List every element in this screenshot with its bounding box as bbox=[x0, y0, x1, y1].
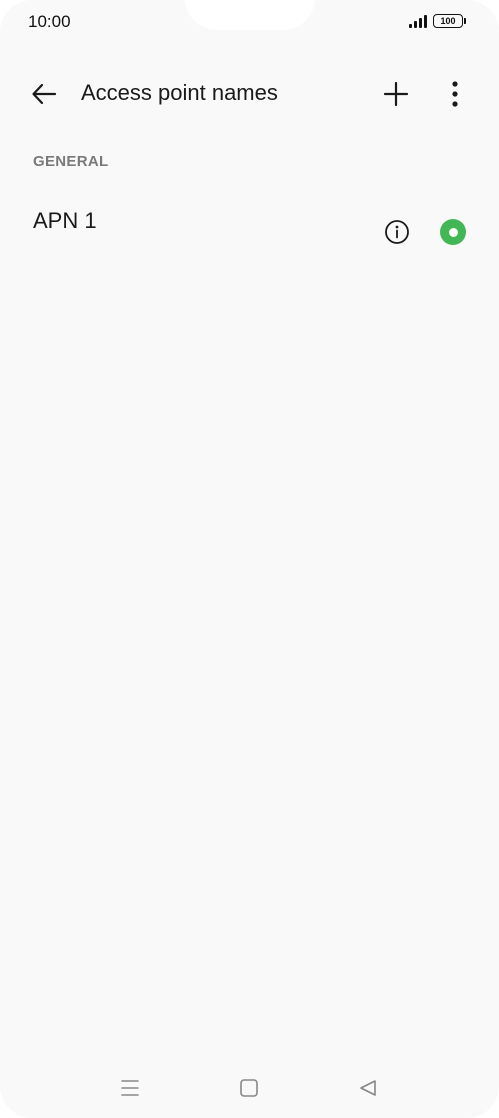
apn-name: APN 1 bbox=[33, 208, 97, 233]
apn-radio-button[interactable] bbox=[440, 219, 466, 245]
apn-info-button[interactable] bbox=[383, 218, 411, 246]
square-icon bbox=[240, 1079, 258, 1097]
radio-selected-dot bbox=[448, 227, 458, 237]
nav-back-button[interactable] bbox=[350, 1074, 386, 1102]
page-title: Access point names bbox=[81, 80, 278, 105]
section-header-general: GENERAL bbox=[33, 153, 109, 170]
status-bar: 10:00 100 bbox=[0, 0, 499, 44]
more-options-button[interactable] bbox=[435, 74, 475, 114]
apn-list-item[interactable]: APN 1 bbox=[0, 190, 499, 262]
toolbar: Access point names bbox=[0, 64, 499, 122]
home-button[interactable] bbox=[231, 1074, 267, 1102]
phone-screen: 10:00 100 Access point names GENERAL APN… bbox=[0, 0, 499, 1118]
back-button[interactable] bbox=[24, 74, 64, 114]
signal-icon bbox=[409, 14, 427, 28]
status-time: 10:00 bbox=[28, 12, 71, 31]
battery-icon: 100 bbox=[433, 14, 466, 28]
battery-level: 100 bbox=[440, 16, 456, 26]
plus-icon bbox=[383, 81, 409, 107]
add-apn-button[interactable] bbox=[376, 74, 416, 114]
info-icon bbox=[385, 220, 409, 244]
menu-lines-icon bbox=[121, 1080, 139, 1096]
triangle-back-icon bbox=[360, 1080, 376, 1096]
navigation-bar bbox=[0, 1066, 499, 1110]
recents-button[interactable] bbox=[112, 1074, 148, 1102]
arrow-left-icon bbox=[32, 83, 57, 105]
more-vertical-icon bbox=[452, 81, 458, 107]
status-icons: 100 bbox=[409, 14, 466, 28]
